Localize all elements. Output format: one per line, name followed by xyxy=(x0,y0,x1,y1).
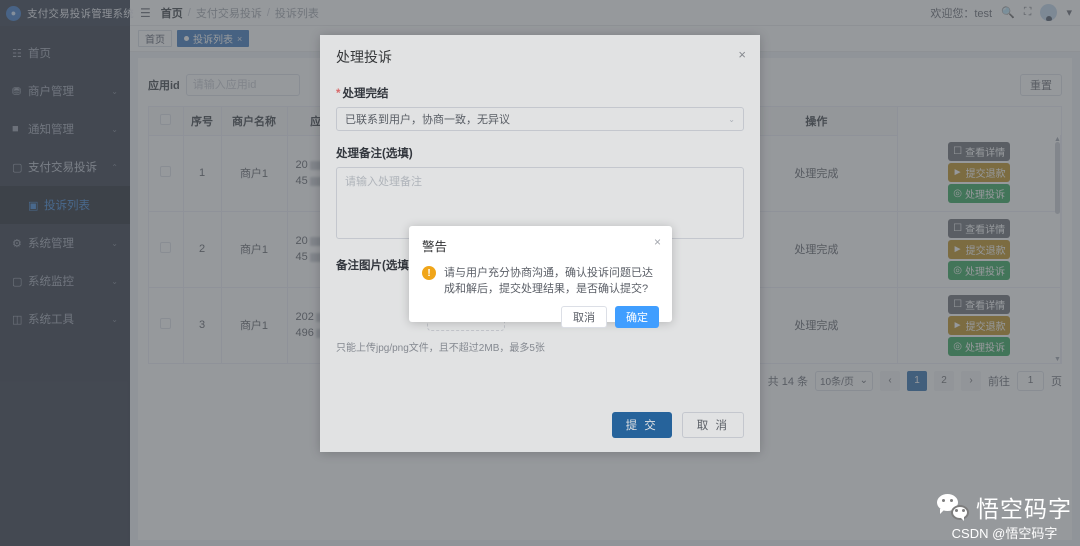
warning-title: 警告 xyxy=(422,240,448,254)
warning-dialog: 警告 × ! 请与用户充分协商沟通，确认投诉问题已达成和解后，提交处理结果，是否… xyxy=(409,226,672,328)
warning-message: 请与用户充分协商沟通，确认投诉问题已达成和解后，提交处理结果，是否确认提交? xyxy=(444,267,653,295)
close-icon[interactable]: × xyxy=(654,235,661,249)
warning-content: ! 请与用户充分协商沟通，确认投诉问题已达成和解后，提交处理结果，是否确认提交? xyxy=(422,265,659,297)
warning-footer: 取消 确定 xyxy=(422,306,659,328)
warning-confirm-button[interactable]: 确定 xyxy=(615,306,659,328)
warning-icon: ! xyxy=(422,266,436,280)
warning-cancel-button[interactable]: 取消 xyxy=(561,306,607,328)
